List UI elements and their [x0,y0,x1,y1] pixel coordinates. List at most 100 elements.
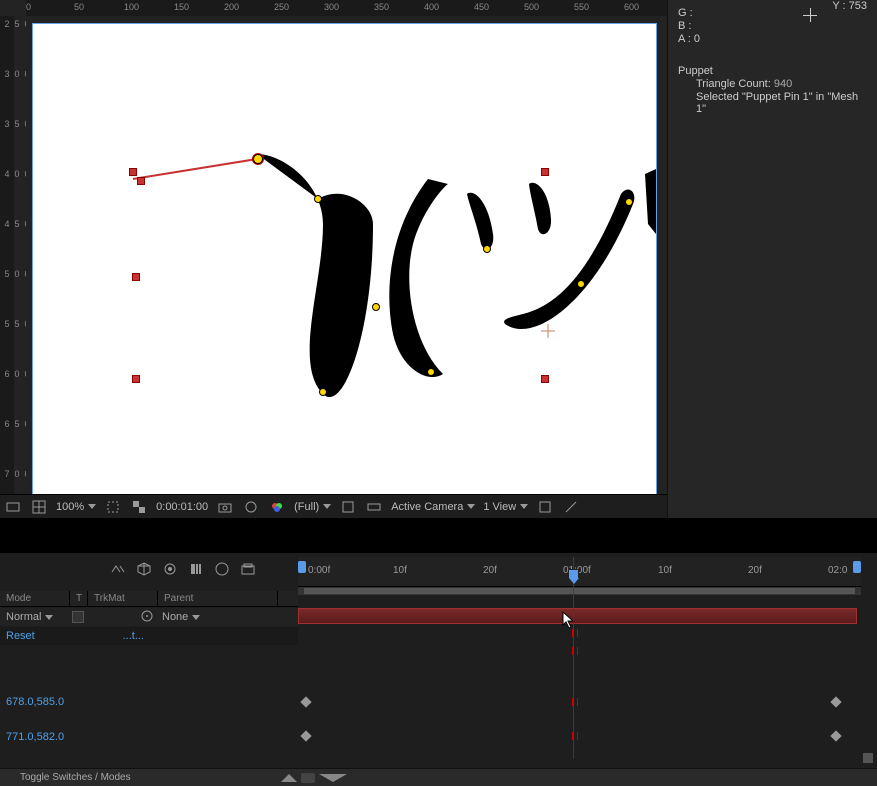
keyframe[interactable] [300,730,311,741]
puppet-pin[interactable] [253,154,263,164]
puppet-pin[interactable] [625,198,633,206]
zoom-slider-in-icon[interactable] [319,774,347,782]
ruler-tick: 350 [374,2,389,12]
resolution-dropdown[interactable]: (Full) [294,501,331,513]
puppet-pin[interactable] [314,195,322,203]
ruler-tick: 500 [524,2,539,12]
puppet-pin[interactable] [372,303,380,311]
layer-bar[interactable] [298,608,857,624]
col-trkmat: TrkMat [88,591,158,606]
cursor-y: Y : 753 [832,0,867,12]
bbox-handle[interactable] [137,177,145,185]
zoom-dropdown[interactable]: 100% [56,501,96,513]
fast-preview-icon[interactable] [339,498,357,516]
property-value[interactable]: 678.0,585.0 [6,696,64,708]
render-icon[interactable] [240,561,256,577]
effect-name: Puppet [678,65,713,77]
timeline-icon[interactable] [365,498,383,516]
triangle-count-label: Triangle Count: [696,78,771,90]
keyframe[interactable] [300,696,311,707]
motion-blur-icon[interactable] [188,561,204,577]
time-ruler[interactable]: 0:00f 10f 20f 01:00f 10f 20f 02:0 [298,557,861,587]
bbox-handle[interactable] [132,375,140,383]
time-mark: 20f [748,565,762,576]
pixel-aspect-icon[interactable] [536,498,554,516]
artwork [33,24,656,494]
bbox-handle[interactable] [541,375,549,383]
magnify-icon[interactable] [4,498,22,516]
effect-reset-row[interactable]: Reset ...t... [0,627,298,645]
mouse-cursor-icon [562,611,576,629]
time-mark: 10f [658,565,672,576]
composition-viewer: 0 50 100 150 200 250 300 350 400 450 500… [0,0,667,518]
transparency-grid-icon[interactable] [130,498,148,516]
blend-mode-dropdown[interactable]: Normal [6,611,64,623]
toggle-switches-button[interactable]: Toggle Switches / Modes [20,772,131,783]
anchor-point[interactable] [541,324,555,338]
current-time[interactable]: 0:00:01:00 [156,501,208,513]
timeline-panel: Mode T TrkMat Parent Normal None Reset .… [0,553,877,786]
bbox-handle[interactable] [541,168,549,176]
graph-editor-icon[interactable] [214,561,230,577]
keyframe[interactable] [830,696,841,707]
camera-dropdown[interactable]: Active Camera [391,501,475,513]
color-mgmt-icon[interactable] [268,498,286,516]
canvas[interactable] [33,24,656,494]
property-row[interactable]: 771.0,582.0 [0,728,298,746]
property-value[interactable]: 771.0,582.0 [6,731,64,743]
view-dropdown[interactable]: 1 View [483,501,528,513]
property-row[interactable]: 678.0,585.0 [0,693,298,711]
crosshair-icon [803,8,817,22]
time-mark: 0:00f [308,565,330,576]
reset-link[interactable]: Reset [6,630,35,642]
ruler-tick: 250 [274,2,289,12]
keyframe[interactable] [830,730,841,741]
triangle-count-value: 940 [774,78,792,90]
ruler-horizontal: 0 50 100 150 200 250 300 350 400 450 500… [26,0,667,16]
3d-icon[interactable] [136,561,152,577]
puppet-pin[interactable] [427,368,435,376]
grid-icon[interactable] [30,498,48,516]
puppet-pin[interactable] [319,388,327,396]
about-link[interactable]: ...t... [123,630,144,642]
zoom-slider-handle[interactable] [301,773,315,783]
playhead[interactable] [573,557,574,759]
preserve-transparency-toggle[interactable] [72,611,84,623]
work-area-end-handle[interactable] [853,561,861,573]
scroll-handle[interactable] [863,753,873,763]
roi-icon[interactable] [104,498,122,516]
show-channel-icon[interactable] [242,498,260,516]
ruler-tick: 450 [474,2,489,12]
zoom-slider-out-icon[interactable] [281,774,297,782]
work-area-start-handle[interactable] [298,561,306,573]
parent-dropdown[interactable]: None [162,611,222,623]
timeline-header: Mode T TrkMat Parent [0,591,298,607]
parent-pickwhip-icon[interactable] [140,609,154,626]
info-a: A : 0 [678,33,700,45]
snapshot-icon[interactable] [216,498,234,516]
shy-icon[interactable] [110,561,126,577]
frame-blend-icon[interactable] [162,561,178,577]
bbox-handle[interactable] [129,168,137,176]
ruler-tick: 300 [324,2,339,12]
col-parent: Parent [158,591,278,606]
canvas-wrap[interactable] [26,16,659,494]
layer-row[interactable]: Normal None [0,608,298,626]
ruler-tick: 200 [224,2,239,12]
puppet-pin[interactable] [577,280,585,288]
bbox-handle[interactable] [132,273,140,281]
time-mark: 02:0 [828,565,847,576]
work-area-bar[interactable] [298,587,861,595]
ruler-tick: 600 [624,2,639,12]
exposure-icon[interactable] [562,498,580,516]
ruler-tick: 400 [424,2,439,12]
playhead-handle[interactable] [568,569,579,579]
ruler-tick: 100 [124,2,139,12]
time-mark: 10f [393,565,407,576]
ruler-tick: 150 [174,2,189,12]
info-g: G : [678,7,693,19]
puppet-pin[interactable] [483,245,491,253]
time-mark: 20f [483,565,497,576]
timeline-bottom-bar: Toggle Switches / Modes [0,768,877,786]
info-panel: Y : 753 G : B : A : 0 Puppet Triangle Co… [667,0,877,518]
